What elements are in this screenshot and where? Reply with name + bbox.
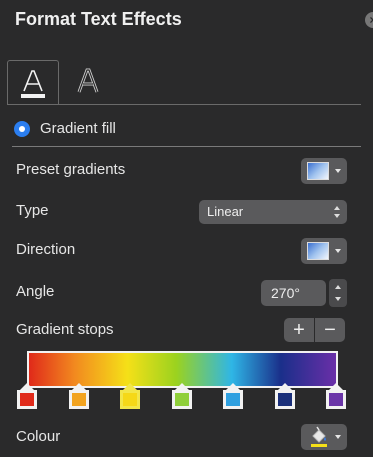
gradient-stop-handle[interactable]	[120, 383, 140, 409]
chevron-down-icon	[335, 169, 341, 173]
tab-divider	[7, 104, 361, 105]
direction-label: Direction	[16, 241, 76, 258]
angle-input[interactable]: 270°	[261, 280, 326, 306]
text-fill-icon	[21, 70, 45, 98]
gradient-stop-handle[interactable]	[69, 383, 89, 409]
preset-gradients-label: Preset gradients	[16, 161, 126, 178]
gradient-stop-handle[interactable]	[172, 383, 192, 409]
colour-label: Colour	[16, 428, 61, 445]
gradient-fill-radio[interactable]	[14, 121, 30, 137]
preset-gradients-button[interactable]	[301, 158, 347, 184]
section-divider	[12, 146, 361, 147]
stepper-icon	[334, 204, 341, 220]
remove-stop-button[interactable]: −	[315, 318, 345, 342]
gradient-stop-handle[interactable]	[326, 383, 346, 409]
gradient-stop-handle[interactable]	[275, 383, 295, 409]
angle-stepper[interactable]	[329, 279, 347, 307]
chevron-down-icon	[335, 435, 341, 439]
text-effects-icon	[77, 68, 99, 93]
angle-label: Angle	[16, 283, 55, 300]
gradient-stop-handle[interactable]	[17, 383, 37, 409]
tab-text-fill-outline[interactable]	[7, 60, 59, 105]
gradient-stops-label: Gradient stops	[16, 321, 114, 338]
gradient-swatch-icon	[307, 162, 329, 180]
type-select[interactable]: Linear	[199, 200, 347, 224]
colour-button[interactable]	[301, 424, 347, 450]
add-stop-button[interactable]: +	[284, 318, 314, 342]
tab-text-effects[interactable]	[62, 60, 114, 105]
chevron-down-icon	[335, 249, 341, 253]
close-icon[interactable]: ×	[365, 12, 373, 28]
gradient-fill-label[interactable]: Gradient fill	[40, 120, 116, 137]
gradient-stop-handle[interactable]	[223, 383, 243, 409]
type-label: Type	[16, 202, 49, 219]
panel-title: Format Text Effects	[15, 9, 182, 29]
type-value: Linear	[207, 204, 244, 219]
paint-bucket-icon	[311, 426, 327, 447]
direction-swatch-icon	[307, 242, 329, 260]
direction-button[interactable]	[301, 238, 347, 264]
